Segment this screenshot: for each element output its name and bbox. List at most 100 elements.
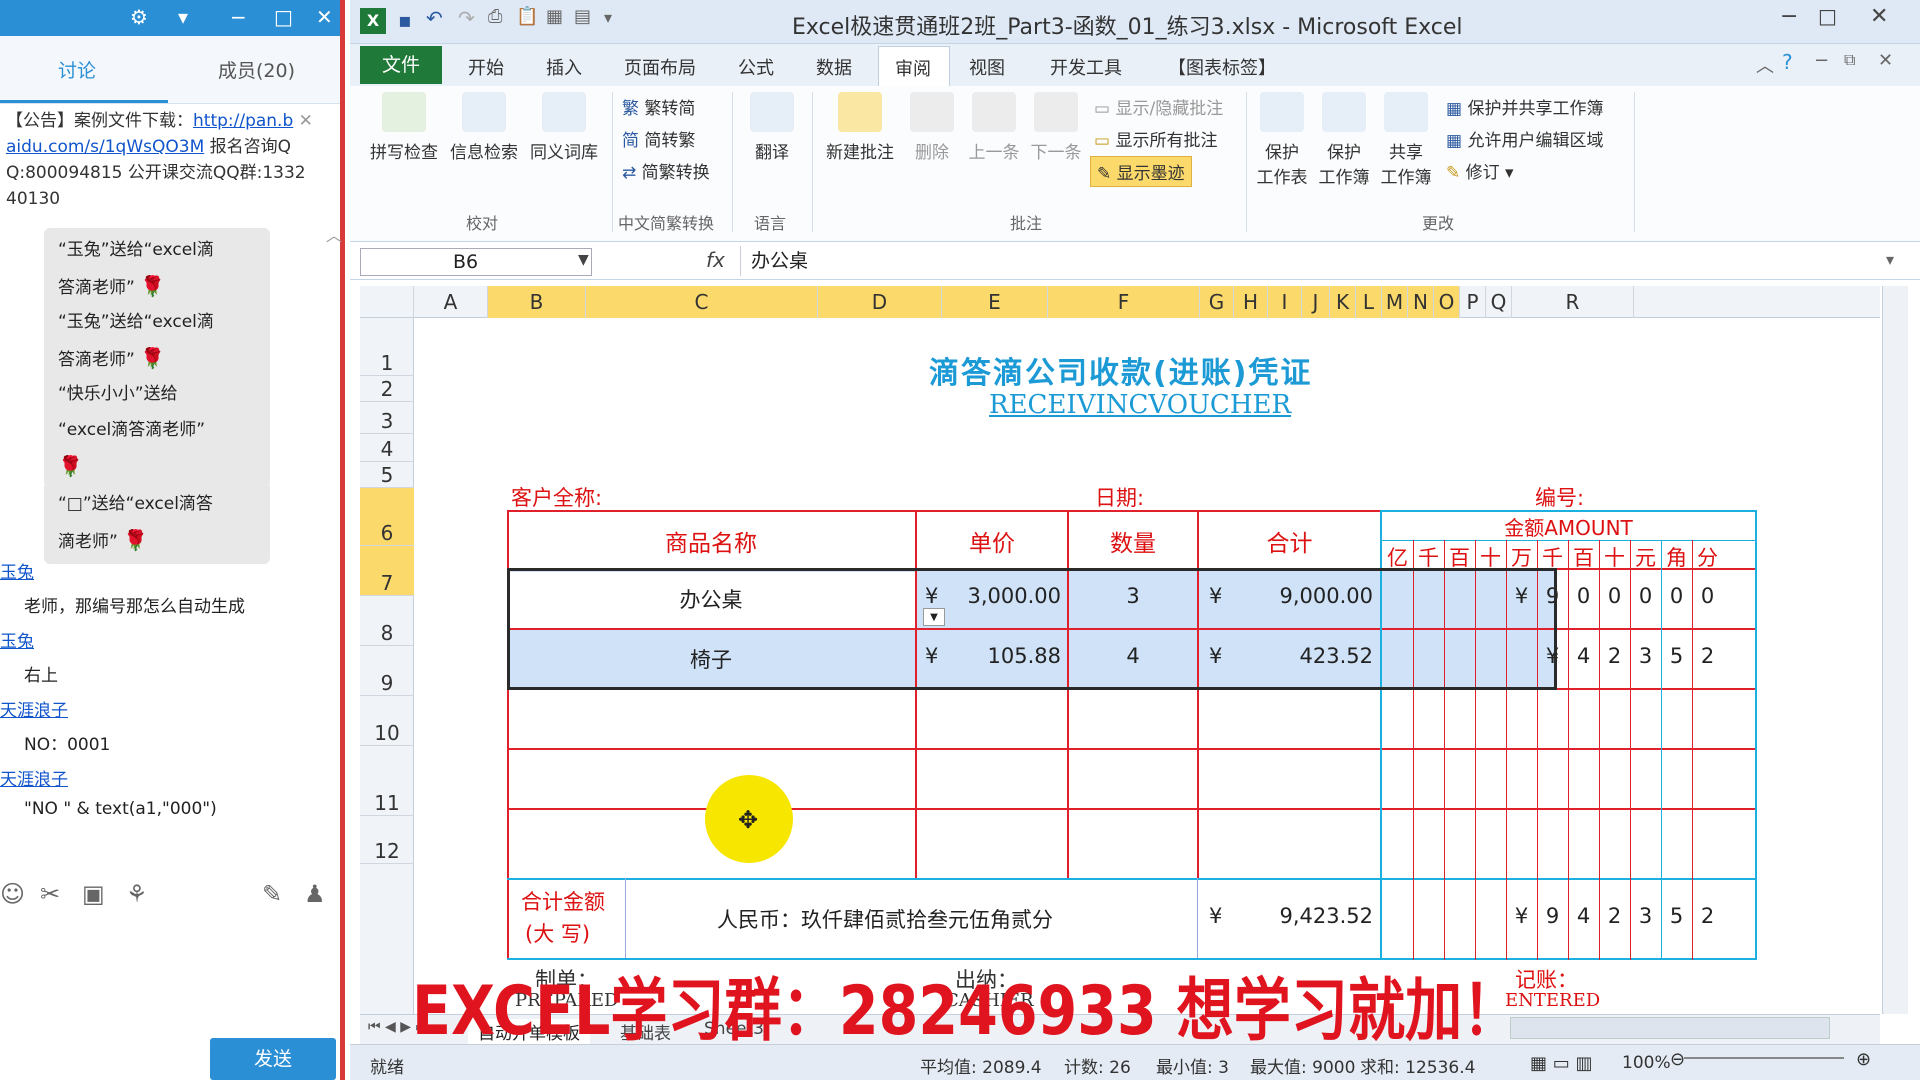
workbook-close-icon[interactable]: ✕ xyxy=(1878,50,1893,71)
column-header[interactable]: G xyxy=(1200,286,1234,318)
show-all-comments-button[interactable]: ▭ 显示所有批注 xyxy=(1094,126,1217,151)
row-header[interactable]: 4 xyxy=(360,434,414,462)
view-buttons-icon[interactable]: ▦ ▭ ▥ xyxy=(1530,1053,1592,1074)
message-user[interactable]: 天涯浪子 xyxy=(0,765,68,790)
worksheet[interactable]: 滴答滴公司收款(进账)凭证 RECEIVINCVOUCHER 客户全称: 日期:… xyxy=(415,318,1880,1014)
column-header[interactable]: F xyxy=(1048,286,1200,318)
column-header[interactable]: B xyxy=(488,286,586,318)
image-icon[interactable]: ▣ xyxy=(82,880,105,908)
next-comment-button[interactable]: 下一条 xyxy=(1026,92,1086,163)
protect-sheet-button[interactable]: 保护 工作表 xyxy=(1254,92,1310,188)
workbook-restore-icon[interactable]: ⧉ xyxy=(1844,50,1855,70)
name-box-dropdown-icon[interactable]: ▼ xyxy=(578,252,589,268)
column-header[interactable]: J xyxy=(1302,286,1330,318)
previous-comment-button[interactable]: 上一条 xyxy=(964,92,1024,163)
tab-view[interactable]: 视图 xyxy=(969,54,1005,80)
row-header[interactable]: 1 xyxy=(360,318,414,376)
zoom-in-icon[interactable]: ⊕ xyxy=(1856,1049,1871,1070)
row-header[interactable]: 5 xyxy=(360,462,414,488)
delete-comment-button[interactable]: 删除 xyxy=(902,92,962,163)
column-header[interactable]: M xyxy=(1382,286,1408,318)
format-icon[interactable]: ▦ xyxy=(546,6,563,27)
tab-discussion[interactable]: 讨论 xyxy=(58,56,96,83)
chinese-convert-button[interactable]: ⇄ 简繁转换 xyxy=(622,158,710,183)
emoji-icon[interactable]: ☺ xyxy=(0,880,25,908)
tab-home[interactable]: 开始 xyxy=(468,54,504,80)
chevron-down-icon[interactable]: ▾ xyxy=(178,5,188,29)
edit-icon[interactable]: ✎ xyxy=(262,880,282,908)
column-header[interactable]: R xyxy=(1512,286,1634,318)
trad-to-simp-button[interactable]: 繁 繁转简 xyxy=(622,94,695,119)
tab-file[interactable]: 文件 xyxy=(360,46,442,84)
gear-icon[interactable]: ⚙ xyxy=(130,5,148,29)
column-header[interactable]: P xyxy=(1460,286,1486,318)
column-header[interactable]: I xyxy=(1268,286,1302,318)
column-header[interactable]: C xyxy=(586,286,818,318)
send-button[interactable]: 发送 xyxy=(210,1038,336,1080)
undo-icon[interactable]: ↶ xyxy=(426,6,443,30)
row-header[interactable]: 12 xyxy=(360,816,414,864)
workbook-minimize-icon[interactable]: − xyxy=(1814,50,1829,71)
vertical-scrollbar[interactable] xyxy=(1882,286,1908,1014)
protect-share-button[interactable]: ▦ 保护并共享工作簿 xyxy=(1446,94,1603,119)
track-changes-button[interactable]: ✎ 修订 ▾ xyxy=(1446,158,1514,183)
column-header[interactable]: H xyxy=(1234,286,1268,318)
minimize-icon[interactable]: − xyxy=(230,5,247,29)
close-icon[interactable]: ✕ xyxy=(316,5,333,29)
announce-link[interactable]: http://pan.b xyxy=(193,111,293,131)
maximize-icon[interactable]: □ xyxy=(274,5,293,29)
row-header[interactable]: 10 xyxy=(360,696,414,746)
column-header[interactable]: K xyxy=(1330,286,1356,318)
show-ink-button[interactable]: ✎ 显示墨迹 xyxy=(1090,156,1192,187)
research-button[interactable]: 信息检索 xyxy=(446,92,522,163)
redo-icon[interactable]: ↷ xyxy=(458,6,475,30)
tab-page-layout[interactable]: 页面布局 xyxy=(624,54,696,80)
announce-link-cont[interactable]: aidu.com/s/1qWsQO3M xyxy=(6,137,204,157)
collapse-icon[interactable]: ︿ xyxy=(326,222,342,246)
scissors-icon[interactable]: ✂ xyxy=(40,880,60,908)
flower-icon[interactable]: ⚘ xyxy=(126,880,148,908)
column-header[interactable]: Q xyxy=(1486,286,1512,318)
spell-check-button[interactable]: 拼写检查 xyxy=(366,92,442,163)
row-header[interactable]: 6 xyxy=(360,488,414,546)
horizontal-scrollbar[interactable] xyxy=(1510,1017,1830,1039)
row-header[interactable]: 3 xyxy=(360,402,414,434)
print-preview-icon[interactable]: ⎙ xyxy=(488,6,502,27)
translate-button[interactable]: 翻译 xyxy=(742,92,802,163)
user-icon[interactable]: ♟ xyxy=(304,880,326,908)
show-hide-comment-button[interactable]: ▭ 显示/隐藏批注 xyxy=(1094,94,1223,119)
row-header[interactable]: 8 xyxy=(360,596,414,646)
zoom-level[interactable]: 100% xyxy=(1622,1053,1671,1073)
row-header[interactable]: 9 xyxy=(360,646,414,696)
thesaurus-button[interactable]: 同义词库 xyxy=(526,92,602,163)
column-header[interactable]: D xyxy=(818,286,942,318)
name-box[interactable]: B6 xyxy=(360,248,592,276)
customize-toolbar-icon[interactable]: ▾ xyxy=(604,8,612,27)
paste-icon[interactable]: 📋 xyxy=(516,6,538,27)
table-icon[interactable]: ▤ xyxy=(574,6,591,27)
column-header[interactable]: N xyxy=(1408,286,1434,318)
column-header[interactable]: L xyxy=(1356,286,1382,318)
help-icon[interactable]: ? xyxy=(1782,50,1793,74)
column-header[interactable]: O xyxy=(1434,286,1460,318)
tab-review[interactable]: 审阅 xyxy=(878,46,950,86)
protect-workbook-button[interactable]: 保护 工作簿 xyxy=(1316,92,1372,188)
close-icon[interactable]: ✕ xyxy=(1870,4,1888,29)
minimize-icon[interactable]: − xyxy=(1780,4,1798,29)
new-comment-button[interactable]: 新建批注 xyxy=(820,92,900,163)
fx-icon[interactable]: fx xyxy=(706,248,725,272)
message-user[interactable]: 天涯浪子 xyxy=(0,696,68,721)
column-header[interactable]: E xyxy=(942,286,1048,318)
simp-to-trad-button[interactable]: 简 简转繁 xyxy=(622,126,695,151)
tab-insert[interactable]: 插入 xyxy=(546,54,582,80)
zoom-slider[interactable] xyxy=(1684,1057,1844,1059)
tab-members[interactable]: 成员(20) xyxy=(218,56,295,83)
message-user[interactable]: 玉兔 xyxy=(0,627,34,652)
row-header[interactable]: 11 xyxy=(360,746,414,816)
zoom-out-icon[interactable]: ⊖ xyxy=(1670,1049,1685,1070)
message-user[interactable]: 玉兔 xyxy=(0,558,34,583)
ribbon-minimize-icon[interactable]: ︿ xyxy=(1756,52,1774,78)
select-all-corner[interactable] xyxy=(360,286,414,318)
column-header[interactable]: A xyxy=(414,286,488,318)
allow-edit-ranges-button[interactable]: ▦ 允许用户编辑区域 xyxy=(1446,126,1603,151)
